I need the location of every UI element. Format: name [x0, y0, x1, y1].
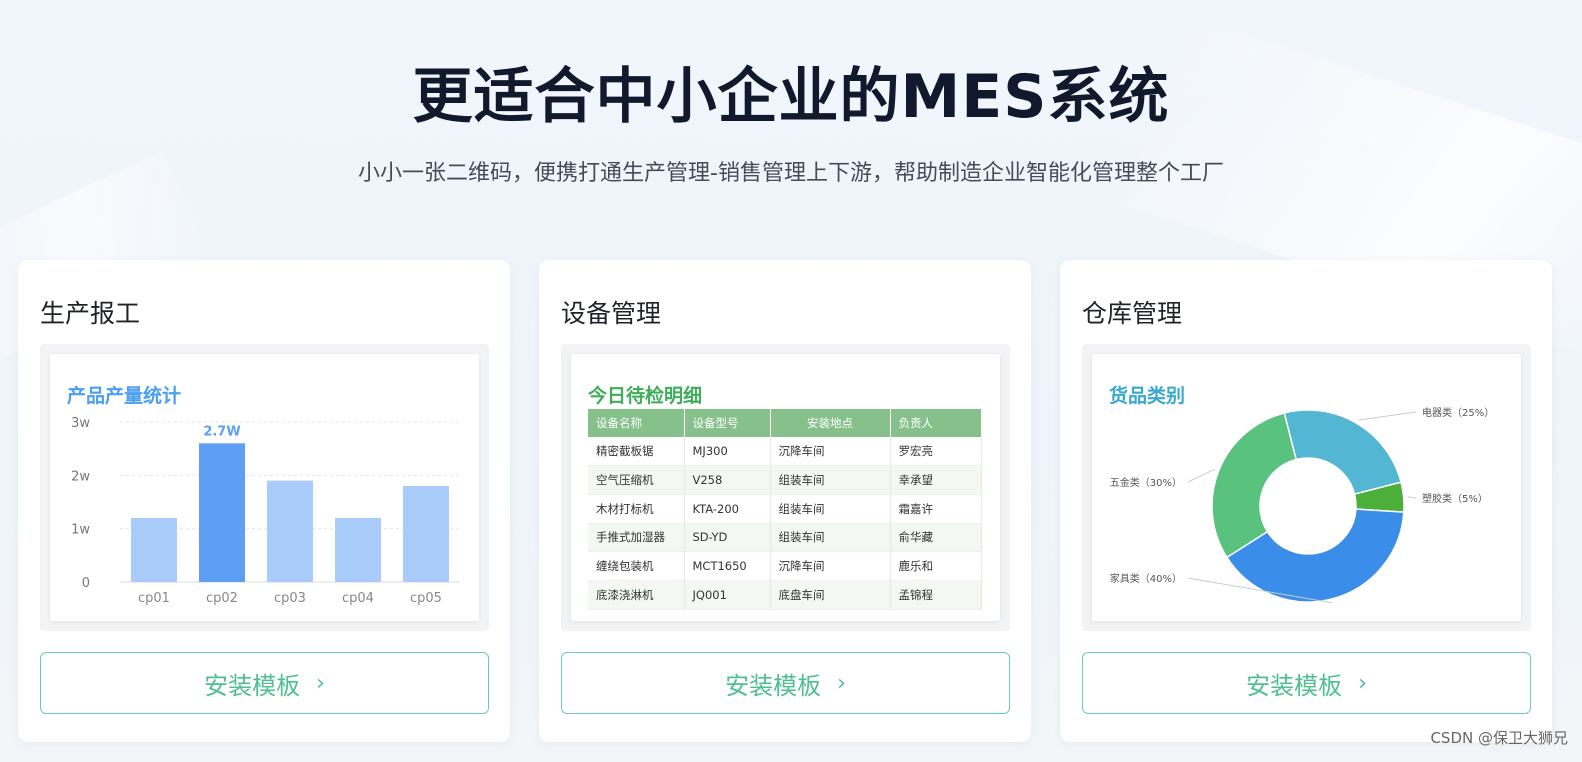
- table-header-row: 设备名称 设备型号 安装地点 负责人: [588, 409, 982, 437]
- bar-chart-panel: 产品产量统计 0 1w 2w 3w cp01 cp02 2.7W cp03 cp04 cp05: [50, 354, 479, 621]
- hero-title: 更适合中小企业的MES系统: [412, 62, 1170, 132]
- bar[interactable]: [335, 518, 381, 582]
- x-tick-label: cp05: [410, 591, 442, 606]
- donut-chart-panel: 货品类别 电器类（25%） 塑胶类（5%） 家具类（40%） 五金类（30%）: [1092, 354, 1521, 621]
- table-cell: 精密截板锯: [588, 437, 685, 467]
- table-cell: JQ001: [684, 580, 771, 610]
- inspection-table: 设备名称 设备型号 安装地点 负责人 精密截板锯 MJ300 沉降车间 罗宏亮 空气压缩…: [588, 409, 982, 610]
- card-equipment-management: 设备管理 今日待检明细 设备名称 设备型号 安装地点 负责人 精密截板锯 MJ30…: [539, 260, 1031, 742]
- table-header-cell: 设备名称: [588, 409, 685, 437]
- table-row: 缠绕包装机 MCT1650 沉降车间 鹿乐和: [588, 551, 982, 581]
- table-cell: 空气压缩机: [588, 465, 685, 495]
- table-cell: V258: [684, 465, 771, 495]
- x-tick-label: cp01: [138, 591, 170, 606]
- hero-subtitle: 小小一张二维码，便携打通生产管理-销售管理上下游，帮助制造企业智能化管理整个工厂: [358, 161, 1224, 186]
- donut-slice[interactable]: [1211, 412, 1298, 559]
- table-cell: SD-YD: [684, 523, 771, 553]
- install-template-button[interactable]: 安装模板 ›: [40, 652, 489, 714]
- table-cell: 组装车间: [770, 494, 891, 524]
- card-production-report: 生产报工 产品产量统计 0 1w 2w 3w cp01 cp02 2.7W cp03 cp04 c…: [18, 260, 510, 742]
- table-cell: MCT1650: [684, 551, 771, 581]
- x-tick-label: cp02: [206, 591, 238, 606]
- install-template-label: 安装模板: [204, 671, 301, 700]
- card-title: 设备管理: [561, 299, 662, 328]
- table-cell: 缠绕包装机: [588, 551, 685, 581]
- table-panel-frame: 今日待检明细 设备名称 设备型号 安装地点 负责人 精密截板锯 MJ300 沉降车间…: [561, 344, 1010, 631]
- bar[interactable]: [131, 518, 177, 582]
- chevron-right-icon: ›: [1358, 670, 1367, 696]
- y-tick-label: 3w: [71, 416, 90, 431]
- install-template-label: 安装模板: [1246, 671, 1343, 700]
- table-row: 精密截板锯 MJ300 沉降车间 罗宏亮: [588, 437, 982, 467]
- bar-value-label: 2.7W: [203, 424, 240, 439]
- table-cell: 木材打标机: [588, 494, 685, 524]
- install-template-label: 安装模板: [725, 671, 822, 700]
- leader-line: [1358, 411, 1417, 421]
- table-cell: 沉降车间: [770, 437, 891, 467]
- table-row: 手推式加湿器 SD-YD 组装车间 俞华藏: [588, 523, 982, 553]
- watermark: CSDN @保卫大狮兄: [1430, 729, 1568, 747]
- table-row: 底漆浇淋机 JQ001 底盘车间 孟锦程: [588, 580, 982, 610]
- slice-label: 五金类（30%）: [1110, 476, 1182, 489]
- table-header-cell: 安装地点: [770, 409, 891, 437]
- table-cell: 组装车间: [770, 465, 891, 495]
- leader-line: [1187, 468, 1216, 483]
- chart-panel-frame: 货品类别 电器类（25%） 塑胶类（5%） 家具类（40%） 五金类（30%）: [1082, 344, 1531, 631]
- table-row: 空气压缩机 V258 组装车间 幸承望: [588, 465, 982, 495]
- card-title: 生产报工: [40, 299, 141, 328]
- card-warehouse-management: 仓库管理 货品类别 电器类（25%） 塑胶类（5%） 家具类（40%） 五金类（30%…: [1060, 260, 1552, 742]
- table-cell: 孟锦程: [890, 580, 982, 610]
- donut-slice[interactable]: [1283, 409, 1402, 496]
- slice-label: 塑胶类（5%）: [1422, 492, 1488, 505]
- install-template-button[interactable]: 安装模板 ›: [561, 652, 1010, 714]
- table-cell: 底漆浇淋机: [588, 580, 685, 610]
- bar[interactable]: [267, 480, 313, 582]
- table-cell: 鹿乐和: [890, 551, 982, 581]
- card-title: 仓库管理: [1082, 299, 1183, 328]
- y-tick-label: 1w: [71, 523, 90, 538]
- table-cell: KTA-200: [684, 494, 771, 524]
- table-row: 木材打标机 KTA-200 组装车间 霜嘉许: [588, 494, 982, 524]
- y-tick-label: 0: [82, 576, 90, 591]
- bar[interactable]: [403, 486, 449, 582]
- table-cell: 手推式加湿器: [588, 523, 685, 553]
- table-header-cell: 负责人: [890, 409, 982, 437]
- bar-chart: 0 1w 2w 3w cp01 cp02 2.7W cp03 cp04 cp05: [71, 416, 460, 606]
- table-cell: MJ300: [684, 437, 771, 467]
- chevron-right-icon: ›: [837, 670, 846, 696]
- y-tick-label: 2w: [71, 469, 90, 484]
- bar[interactable]: [199, 443, 245, 582]
- slice-label: 家具类（40%）: [1110, 572, 1182, 585]
- x-tick-label: cp04: [342, 591, 374, 606]
- table-cell: 幸承望: [890, 465, 982, 495]
- x-tick-label: cp03: [274, 591, 306, 606]
- panel-title: 今日待检明细: [588, 385, 703, 407]
- chevron-right-icon: ›: [316, 670, 325, 696]
- inspection-table-panel: 今日待检明细 设备名称 设备型号 安装地点 负责人 精密截板锯 MJ300 沉降车间…: [571, 354, 1000, 621]
- donut-chart: 电器类（25%） 塑胶类（5%） 家具类（40%） 五金类（30%）: [1110, 406, 1494, 604]
- table-cell: 霜嘉许: [890, 494, 982, 524]
- install-template-button[interactable]: 安装模板 ›: [1082, 652, 1531, 714]
- table-cell: 组装车间: [770, 523, 891, 553]
- slice-label: 电器类（25%）: [1422, 406, 1494, 419]
- table-header-cell: 设备型号: [684, 409, 771, 437]
- table-cell: 沉降车间: [770, 551, 891, 581]
- leader-line: [1407, 496, 1417, 499]
- table-cell: 底盘车间: [770, 580, 891, 610]
- table-cell: 俞华藏: [890, 523, 982, 553]
- table-cell: 罗宏亮: [890, 437, 982, 467]
- chart-panel-frame: 产品产量统计 0 1w 2w 3w cp01 cp02 2.7W cp03 cp04 cp05: [40, 344, 489, 631]
